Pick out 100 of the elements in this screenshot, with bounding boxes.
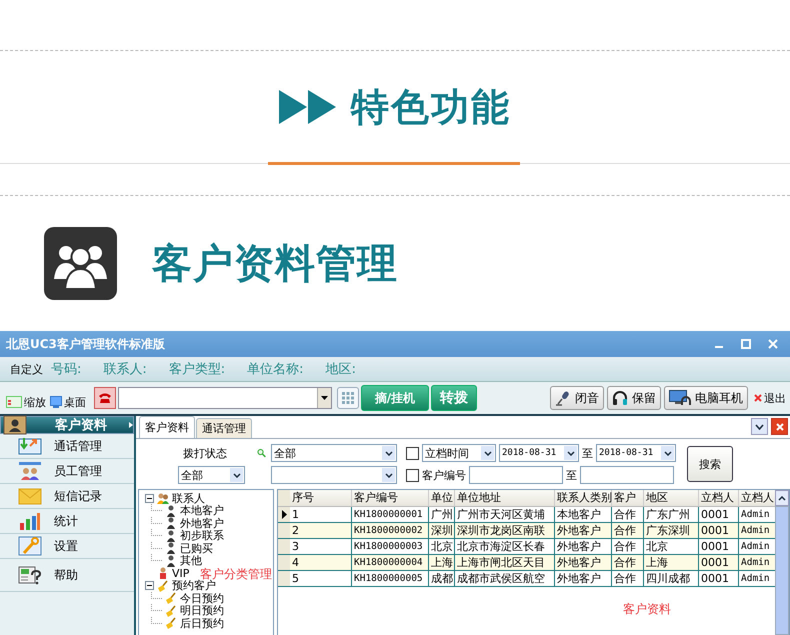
person-icon [165,517,177,530]
current-row-icon [282,510,286,519]
help-document-icon [18,565,42,585]
tab[interactable]: 客户资料 [139,416,195,438]
table-cell: 深圳市龙岗区南联 [455,523,555,538]
person-icon [157,567,169,580]
tree-item[interactable]: 本地客户 [180,503,224,518]
table-cell: 广州市天河区黄埔 [455,507,555,522]
input-field[interactable] [469,466,563,484]
table-cell: 四川成都 [644,571,699,586]
double-arrow-icon [279,90,337,124]
column-header[interactable]: 地区 [644,490,699,506]
keypad-button[interactable] [337,387,359,409]
audio-button[interactable]: 保留 [607,386,661,410]
scroll-up-button[interactable] [775,490,789,506]
dropdown-button[interactable] [751,418,768,435]
table-cell: 广州 [429,507,455,522]
dial-status-select[interactable]: 全部 [271,444,397,462]
checkbox[interactable] [406,468,419,482]
tree-item[interactable]: 其他 [180,553,202,568]
table-cell: 广东广州 [644,507,699,522]
field-label: 客户类型: [168,361,226,378]
close-icon[interactable] [754,394,762,402]
tree-item[interactable]: 初步联系 [180,528,224,544]
search-button[interactable]: 搜索 [687,446,733,482]
input-field[interactable] [580,466,674,484]
audio-button[interactable]: 闭音 [550,386,604,410]
customer-number-label: 客户编号 [422,468,466,482]
person-icon [165,530,177,542]
customize-label[interactable]: 自定义 [10,362,43,376]
tree-item[interactable]: 今日预约 [180,590,224,606]
table-cell: KH1800000002 [352,523,429,538]
monitor-icon[interactable] [50,396,62,408]
caret-icon [321,396,328,400]
row-header[interactable] [278,507,290,522]
checkbox[interactable] [406,446,419,460]
column-header[interactable]: 序号 [290,490,352,506]
date-picker[interactable]: 2018-08-31 [499,444,579,462]
phone-button[interactable] [94,387,116,409]
zoom-label[interactable]: 缩放 [24,394,46,410]
table-cell: 上海 [644,555,699,570]
range-label: 至 [566,468,577,482]
chevron-down-icon [484,450,492,456]
maximize-icon[interactable] [741,339,751,349]
field-label: 地区: [326,361,356,378]
sidebar-item[interactable]: 帮助 [0,559,134,592]
envelope-icon [18,486,42,506]
tree-item[interactable]: 联系人 [172,490,205,506]
desktop-label[interactable]: 桌面 [64,394,86,410]
date-picker[interactable]: 2018-08-31 [596,444,676,462]
tree-item[interactable]: 预约客户 [172,578,216,594]
sidebar-item[interactable]: 客户资料 [0,416,134,434]
search-icon[interactable] [257,446,266,460]
caret-icon [129,422,133,428]
section-heading: 客户资料管理 [152,240,398,289]
table-cell: 3 [290,539,352,554]
tree-item[interactable]: 外地客户 [180,516,224,531]
table-cell: 4 [290,555,352,570]
table-cell: 0001 [699,539,739,554]
sidebar-item[interactable]: 设置 [0,534,134,559]
column-header[interactable]: 客户 [612,490,644,506]
microphone-icon [555,390,571,406]
table-cell: 上海市闸北区天目 [455,555,555,570]
tree-item[interactable]: 后日预约 [180,616,224,631]
table-cell: 外地客户 [555,571,612,586]
window-title: 北恩UC3客户管理软件标准版 [6,336,165,352]
sidebar-item[interactable]: 统计 [0,509,134,534]
audio-button[interactable]: 电脑耳机 [664,386,748,410]
collapse-icon[interactable] [145,581,154,590]
column-header[interactable]: 单位 [429,490,455,506]
contact-card-icon [3,415,27,435]
table-cell: 广东深圳 [644,523,699,538]
monitor-icon [669,390,691,406]
chevron-down-icon [566,450,574,456]
close-button[interactable] [771,418,788,435]
exit-link[interactable]: 退出 [764,390,786,406]
sidebar-item[interactable]: 员工管理 [0,459,134,484]
chevron-up-icon [778,496,786,500]
table-cell: 外地客户 [555,539,612,554]
tree-item[interactable]: 明日预约 [180,603,224,618]
collapse-icon[interactable] [145,494,154,503]
tree-item[interactable]: 已购买 [180,540,213,556]
value-select[interactable] [271,466,397,484]
dial-input[interactable] [118,387,332,409]
sidebar-item[interactable]: 短信记录 [0,484,134,509]
scrollbar-thumb[interactable] [775,506,789,635]
headphones-icon [612,390,628,406]
category-select[interactable]: 全部 [178,466,245,484]
window-icon[interactable] [6,396,22,408]
table-cell: 外地客户 [555,523,612,538]
range-label: 至 [582,446,593,460]
table-cell: 成都 [429,571,455,586]
column-header[interactable]: 单位地址 [455,490,555,506]
sidebar-item[interactable]: 通话管理 [0,434,134,459]
column-header[interactable]: 立档人 [699,490,739,506]
column-header[interactable]: 客户编号 [352,490,429,506]
column-header[interactable]: 联系人类别 [555,490,612,506]
tab[interactable]: 通话管理 [196,418,252,438]
date-field-select[interactable]: 立档时间 [422,444,496,462]
tree-item[interactable]: VIP [172,566,190,580]
